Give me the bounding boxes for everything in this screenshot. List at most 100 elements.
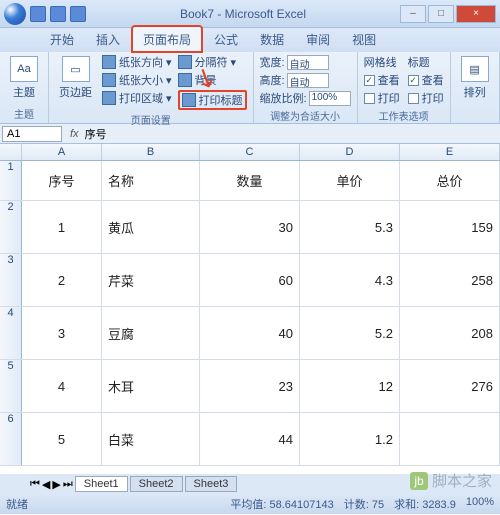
header-cell[interactable]: 名称 — [102, 161, 200, 200]
group-arrange: ▤ 排列 — [451, 52, 500, 123]
cell[interactable]: 23 — [200, 360, 300, 412]
status-count: 计数: 75 — [344, 496, 384, 512]
row-header[interactable]: 6 — [0, 413, 22, 465]
tab-home[interactable]: 开始 — [40, 27, 84, 52]
maximize-button[interactable]: □ — [428, 5, 454, 23]
margins-label: 页边距 — [59, 84, 92, 100]
sheet-nav-last[interactable]: ⏭ — [63, 478, 73, 491]
column-headers: A B C D E — [0, 144, 500, 161]
cell[interactable]: 5.2 — [300, 307, 400, 359]
office-button[interactable] — [4, 3, 26, 25]
col-header-c[interactable]: C — [200, 144, 300, 160]
check-icon: ✓ — [364, 75, 375, 86]
breaks-button[interactable]: 分隔符 ▾ — [178, 54, 247, 70]
tab-insert[interactable]: 插入 — [86, 27, 130, 52]
tab-data[interactable]: 数据 — [250, 27, 294, 52]
header-cell[interactable]: 数量 — [200, 161, 300, 200]
col-header-d[interactable]: D — [300, 144, 400, 160]
select-all-corner[interactable] — [0, 144, 22, 160]
cell[interactable]: 豆腐 — [102, 307, 200, 359]
ribbon: Aa 主题 主题 ▭ 页边距 纸张方向 ▾ 纸张大小 ▾ 打印区域 ▾ 分隔符 … — [0, 52, 500, 124]
row-header[interactable]: 2 — [0, 201, 22, 253]
cell[interactable]: 白菜 — [102, 413, 200, 465]
gridlines-view-checkbox[interactable]: ✓查看 — [364, 72, 400, 88]
cell[interactable]: 2 — [22, 254, 102, 306]
fx-icon[interactable]: fx — [64, 128, 85, 140]
name-box[interactable]: A1 — [2, 126, 62, 142]
cell[interactable]: 208 — [400, 307, 500, 359]
header-cell[interactable]: 序号 — [22, 161, 102, 200]
close-button[interactable]: × — [456, 5, 496, 23]
group-themes-label: 主题 — [6, 106, 42, 121]
col-header-a[interactable]: A — [22, 144, 102, 160]
scale-input[interactable]: 100% — [309, 91, 351, 106]
cell[interactable]: 4 — [22, 360, 102, 412]
cell[interactable]: 1.2 — [300, 413, 400, 465]
breaks-icon — [178, 55, 192, 69]
margins-button[interactable]: ▭ 页边距 — [55, 54, 96, 110]
row-header[interactable]: 1 — [0, 161, 22, 200]
save-icon[interactable] — [30, 6, 46, 22]
height-select[interactable]: 自动 — [287, 73, 329, 88]
cell[interactable]: 159 — [400, 201, 500, 253]
cell[interactable]: 258 — [400, 254, 500, 306]
print-titles-icon — [182, 93, 196, 107]
headings-print-checkbox[interactable]: 打印 — [408, 90, 444, 106]
cell[interactable]: 44 — [200, 413, 300, 465]
cell[interactable]: 木耳 — [102, 360, 200, 412]
width-row: 宽度:自动 — [260, 54, 351, 70]
cell[interactable]: 30 — [200, 201, 300, 253]
tab-formulas[interactable]: 公式 — [204, 27, 248, 52]
tab-page-layout[interactable]: 页面布局 — [132, 26, 202, 52]
col-header-e[interactable]: E — [400, 144, 500, 160]
formula-input[interactable]: 序号 — [85, 126, 107, 142]
sheet-nav-prev[interactable]: ◀ — [42, 478, 50, 491]
minimize-button[interactable]: – — [400, 5, 426, 23]
cell[interactable]: 5.3 — [300, 201, 400, 253]
status-bar: 就绪 平均值: 58.64107143 计数: 75 求和: 3283.9 10… — [0, 494, 500, 514]
sheet-tab-2[interactable]: Sheet2 — [130, 476, 183, 492]
status-zoom[interactable]: 100% — [466, 496, 494, 512]
redo-icon[interactable] — [70, 6, 86, 22]
print-area-button[interactable]: 打印区域 ▾ — [102, 90, 172, 106]
cell[interactable]: 1 — [22, 201, 102, 253]
sheet-tab-1[interactable]: Sheet1 — [75, 476, 128, 492]
cell[interactable]: 60 — [200, 254, 300, 306]
cell[interactable]: 276 — [400, 360, 500, 412]
tab-view[interactable]: 视图 — [342, 27, 386, 52]
cell[interactable]: 4.3 — [300, 254, 400, 306]
headings-label: 标题 — [408, 54, 444, 70]
table-row: 32芹菜604.3258 — [0, 254, 500, 307]
header-cell[interactable]: 单价 — [300, 161, 400, 200]
row-header[interactable]: 3 — [0, 254, 22, 306]
cell[interactable]: 芹菜 — [102, 254, 200, 306]
cell[interactable]: 3 — [22, 307, 102, 359]
cell[interactable]: 12 — [300, 360, 400, 412]
spreadsheet-grid: A B C D E 1序号名称数量单价总价21黄瓜305.315932芹菜604… — [0, 144, 500, 474]
header-cell[interactable]: 总价 — [400, 161, 500, 200]
sheet-nav-next[interactable]: ▶ — [52, 478, 60, 491]
background-button[interactable]: 背景 — [178, 72, 247, 88]
row-header[interactable]: 5 — [0, 360, 22, 412]
print-titles-button[interactable]: 打印标题 — [178, 90, 247, 110]
arrange-button[interactable]: ▤ 排列 — [457, 54, 493, 102]
cell[interactable]: 40 — [200, 307, 300, 359]
cell[interactable]: 黄瓜 — [102, 201, 200, 253]
headings-view-checkbox[interactable]: ✓查看 — [408, 72, 444, 88]
cell[interactable] — [400, 413, 500, 465]
width-select[interactable]: 自动 — [287, 55, 329, 70]
size-button[interactable]: 纸张大小 ▾ — [102, 72, 172, 88]
uncheck-icon — [408, 93, 419, 104]
col-header-b[interactable]: B — [102, 144, 200, 160]
cell[interactable]: 5 — [22, 413, 102, 465]
row-header[interactable]: 4 — [0, 307, 22, 359]
themes-button[interactable]: Aa 主题 — [6, 54, 42, 102]
sheet-tab-3[interactable]: Sheet3 — [185, 476, 238, 492]
tab-review[interactable]: 审阅 — [296, 27, 340, 52]
window-title: Book7 - Microsoft Excel — [180, 7, 306, 21]
undo-icon[interactable] — [50, 6, 66, 22]
group-themes: Aa 主题 主题 — [0, 52, 49, 123]
orientation-button[interactable]: 纸张方向 ▾ — [102, 54, 172, 70]
gridlines-print-checkbox[interactable]: 打印 — [364, 90, 400, 106]
sheet-nav-first[interactable]: ⏮ — [30, 478, 40, 491]
